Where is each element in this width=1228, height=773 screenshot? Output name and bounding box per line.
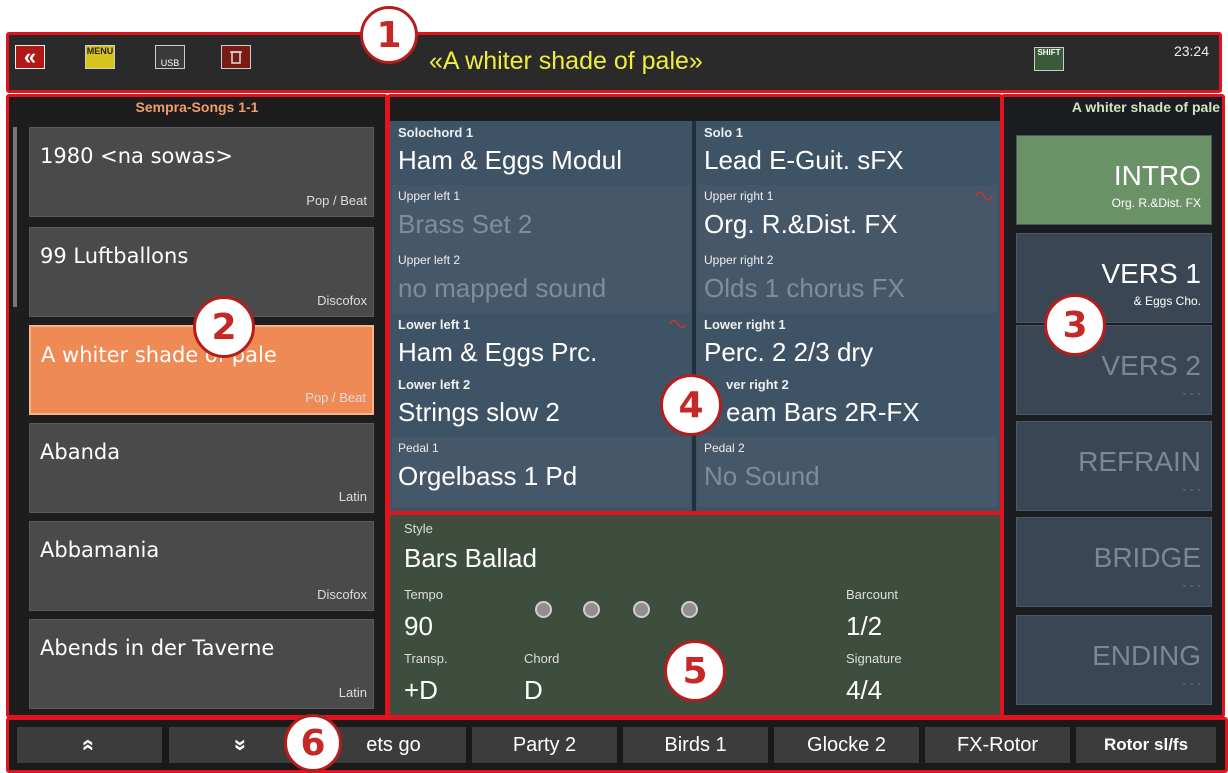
- annotation-frame: [387, 94, 1003, 514]
- annotation-frame: [6, 32, 1222, 93]
- callout-badge: 1: [360, 6, 418, 64]
- callout-badge: 2: [193, 296, 255, 358]
- callout-badge: 3: [1044, 294, 1106, 356]
- annotation-frame: [6, 717, 1228, 773]
- callout-badge: 5: [664, 640, 726, 702]
- callout-badge: 4: [660, 374, 722, 436]
- annotation-frame: [6, 94, 388, 718]
- annotation-frame: [1001, 94, 1225, 718]
- callout-badge: 6: [284, 714, 342, 772]
